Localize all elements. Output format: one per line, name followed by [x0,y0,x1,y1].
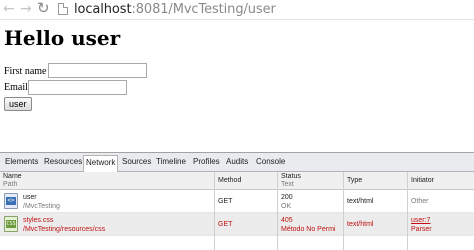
tab-elements[interactable]: Elements [3,156,40,168]
email-input[interactable] [28,80,127,95]
row-path: /MvcTesting [23,202,60,211]
row-name: user [23,194,37,201]
column-status[interactable]: Status Text [281,173,301,189]
row-status: 405 [281,217,293,224]
column-text-label: Text [281,181,294,188]
row-initiator-link[interactable]: user:7 [411,216,430,225]
page-content: Hello user First name Email user [0,20,474,152]
column-type[interactable]: Type [347,177,362,185]
page-icon [58,3,68,15]
row-method: GET [218,198,233,205]
column-initiator[interactable]: Initiator [411,177,434,185]
first-name-label: First name [4,66,47,77]
tab-sources[interactable]: Sources [120,156,153,168]
table-header: Name Path Method Status Text Type Initia… [0,172,474,190]
table-row[interactable]: CSS styles.css /MvcTesting/resources/css… [0,213,474,236]
tab-network[interactable]: Network [83,155,119,172]
url-path: :8081/MvcTesting/user [131,2,276,17]
row-type: text/html [347,221,374,228]
devtools-tabbar: Elements Resources Network Sources Timel… [0,153,474,172]
back-arrow-icon[interactable]: ← [3,1,15,17]
tab-profiles[interactable]: Profiles [191,156,222,168]
column-method[interactable]: Method [218,177,241,185]
tab-audits[interactable]: Audits [224,156,250,168]
column-divider[interactable] [277,172,278,250]
address-bar: ← → ↻ localhost:8081/MvcTesting/user [0,0,474,20]
network-table: Name Path Method Status Text Type Initia… [0,172,474,250]
first-name-input[interactable] [48,63,147,78]
reload-icon[interactable]: ↻ [37,0,50,17]
tab-console[interactable]: Console [254,156,287,168]
column-name-label: Name [3,173,22,180]
devtools-panel: Elements Resources Network Sources Timel… [0,152,474,250]
table-row-empty [0,236,474,250]
row-type: text/html [347,198,374,205]
row-method: GET [218,221,233,228]
row-initiator-sub: Parser [411,226,432,233]
column-name[interactable]: Name Path [3,173,22,189]
forward-arrow-icon[interactable]: → [20,1,32,17]
html-document-icon: <> [4,193,18,209]
column-divider[interactable] [343,172,344,250]
url-field[interactable]: localhost:8081/MvcTesting/user [74,1,276,18]
url-host: localhost [74,2,132,17]
row-initiator-wrap: Other [411,197,429,206]
row-status-text-wrap: OK [281,202,291,211]
row-initiator: Other [411,198,429,205]
column-divider[interactable] [214,172,215,250]
submit-button[interactable]: user [4,97,32,111]
email-label: Email [4,82,28,93]
row-status-text: OK [281,203,292,210]
row-path: /MvcTesting/resources/css [23,226,106,233]
page-heading: Hello user [4,26,121,50]
column-path-label: Path [3,181,18,188]
tab-timeline[interactable]: Timeline [154,156,188,168]
css-file-icon: CSS [4,216,18,232]
table-row[interactable]: <> user /MvcTesting GET 200 OK text/html… [0,190,474,213]
row-path-text: /MvcTesting [23,203,60,210]
row-name: styles.css [23,217,54,224]
row-status: 200 [281,194,293,201]
row-status-text: Método No Permi [281,226,336,233]
column-divider[interactable] [407,172,408,250]
column-status-label: Status [281,173,301,180]
tab-resources[interactable]: Resources [42,156,84,168]
